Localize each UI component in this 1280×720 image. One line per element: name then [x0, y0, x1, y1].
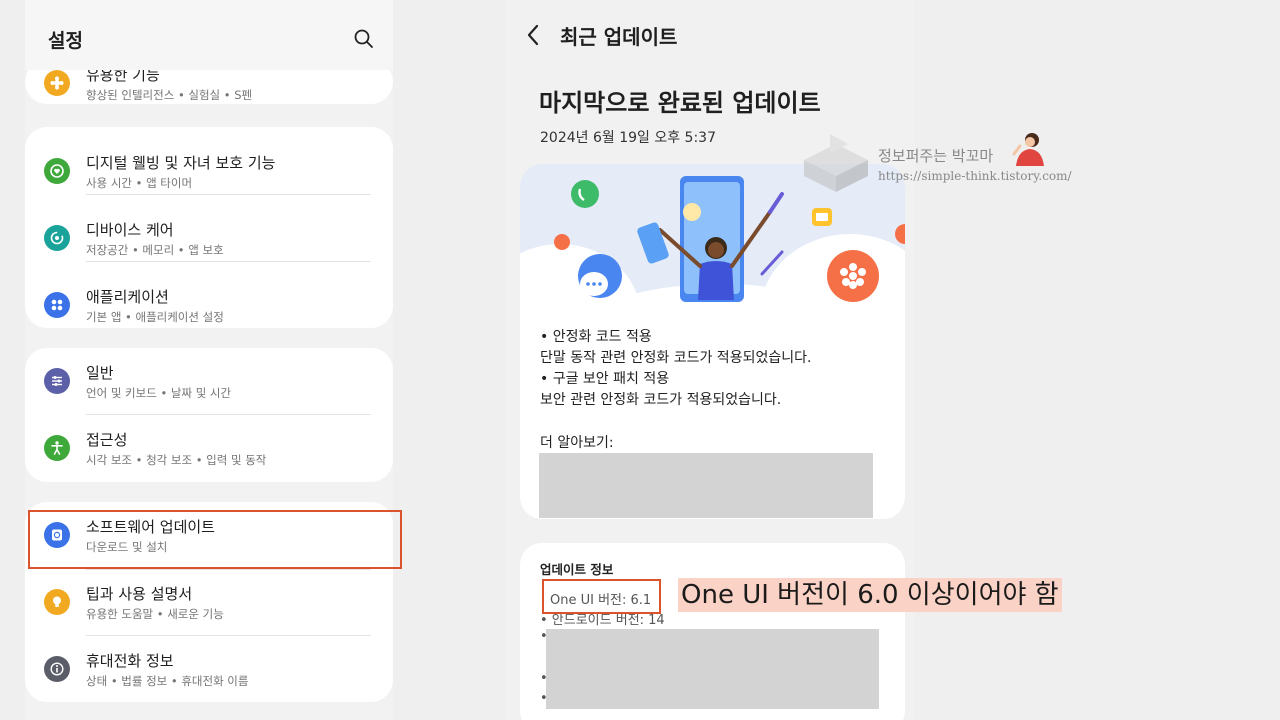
accessibility-icon: [44, 435, 70, 461]
screen-title: 최근 업데이트: [560, 25, 678, 49]
update-description-card: • 안정화 코드 적용 단말 동작 관련 안정화 코드가 적용되었습니다. • …: [520, 164, 905, 519]
device-care-icon: [44, 225, 70, 251]
settings-item-title: 일반: [86, 364, 114, 382]
settings-item-apps[interactable]: 애플리케이션 기본 앱 • 애플리케이션 설정: [25, 272, 393, 338]
settings-item-subtitle: 언어 및 키보드 • 날짜 및 시간: [86, 386, 232, 400]
one-ui-version-highlight-box: One UI 버전: 6.1: [542, 579, 661, 614]
settings-item-title: 애플리케이션: [86, 288, 169, 306]
one-ui-version: One UI 버전: 6.1: [550, 593, 652, 608]
settings-item-subtitle: 향상된 인텔리전스 • 실험실 • S펜: [86, 88, 253, 102]
description-line: 단말 동작 관련 안정화 코드가 적용되었습니다.: [540, 350, 812, 366]
settings-item-tips[interactable]: 팁과 사용 설명서 유용한 도움말 • 새로운 기능: [25, 569, 393, 635]
divider: [86, 194, 371, 195]
watermark-name: 정보퍼주는 박꼬마: [878, 147, 994, 165]
settings-item-title: 디바이스 케어: [86, 221, 174, 239]
general-management-icon: [44, 368, 70, 394]
settings-item-subtitle: 유용한 도움말 • 새로운 기능: [86, 607, 224, 621]
description-line: • 안정화 코드 적용: [540, 329, 652, 345]
watermark-logo: [804, 134, 868, 192]
back-arrow-icon[interactable]: [523, 22, 545, 48]
settings-item-title: 접근성: [86, 431, 128, 449]
update-description: • 안정화 코드 적용 단말 동작 관련 안정화 코드가 적용되었습니다. • …: [540, 327, 811, 411]
redacted-link-box: [539, 453, 873, 518]
learn-more-label: 더 알아보기:: [540, 435, 614, 451]
settings-item-accessibility[interactable]: 접근성 시각 보조 • 청각 보조 • 입력 및 동작: [25, 415, 393, 481]
settings-item-title: 팁과 사용 설명서: [86, 585, 193, 603]
digital-wellbeing-icon: [44, 158, 70, 184]
software-update-highlight-box: [28, 510, 402, 569]
page-title: 설정: [48, 30, 83, 52]
settings-item-title: 디지털 웰빙 및 자녀 보호 기능: [86, 154, 276, 172]
update-date: 2024년 6월 19일 오후 5:37: [540, 130, 716, 146]
tips-icon: [44, 589, 70, 615]
settings-header: 설정: [25, 0, 393, 70]
about-phone-icon: [44, 656, 70, 682]
settings-item-general[interactable]: 일반 언어 및 키보드 • 날짜 및 시간: [25, 348, 393, 414]
apps-icon: [44, 292, 70, 318]
annotation-note: One UI 버전이 6.0 이상이어야 함: [678, 578, 1062, 612]
update-info-title: 업데이트 정보: [540, 562, 614, 577]
advanced-features-icon: [44, 70, 70, 96]
watermark-url: https://simple-think.tistory.com/: [878, 169, 1072, 183]
update-info-card: 업데이트 정보 • 안드로이드 버전: 14 • • •: [520, 543, 905, 720]
search-icon[interactable]: [352, 27, 376, 51]
settings-item-about-phone[interactable]: 휴대전화 정보 상태 • 법률 정보 • 휴대전화 이름: [25, 636, 393, 702]
divider: [86, 261, 371, 262]
watermark-avatar-icon: [1012, 133, 1044, 166]
settings-item-subtitle: 상태 • 법률 정보 • 휴대전화 이름: [86, 674, 249, 688]
settings-item-subtitle: 기본 앱 • 애플리케이션 설정: [86, 310, 224, 324]
description-line: 보안 관련 안정화 코드가 적용되었습니다.: [540, 392, 782, 408]
settings-item-subtitle: 사용 시간 • 앱 타이머: [86, 176, 193, 190]
redacted-info-box: [546, 629, 879, 709]
update-headline: 마지막으로 완료된 업데이트: [539, 89, 821, 117]
settings-item-subtitle: 시각 보조 • 청각 보조 • 입력 및 동작: [86, 453, 267, 467]
update-panel: 최근 업데이트 마지막으로 완료된 업데이트 2024년 6월 19일 오후 5…: [505, 0, 915, 720]
settings-item-subtitle: 저장공간 • 메모리 • 앱 보호: [86, 243, 224, 257]
description-line: • 구글 보안 패치 적용: [540, 371, 670, 387]
settings-card-system: 디지털 웰빙 및 자녀 보호 기능 사용 시간 • 앱 타이머 디바이스 케어 …: [25, 127, 393, 328]
settings-item-title: 휴대전화 정보: [86, 652, 174, 670]
settings-panel: 유용한 기능 향상된 인텔리전스 • 실험실 • S펜 설정 디지털 웰빙 및 …: [25, 0, 393, 720]
settings-card-general: 일반 언어 및 키보드 • 날짜 및 시간 접근성 시각 보조 • 청각 보조 …: [25, 348, 393, 482]
